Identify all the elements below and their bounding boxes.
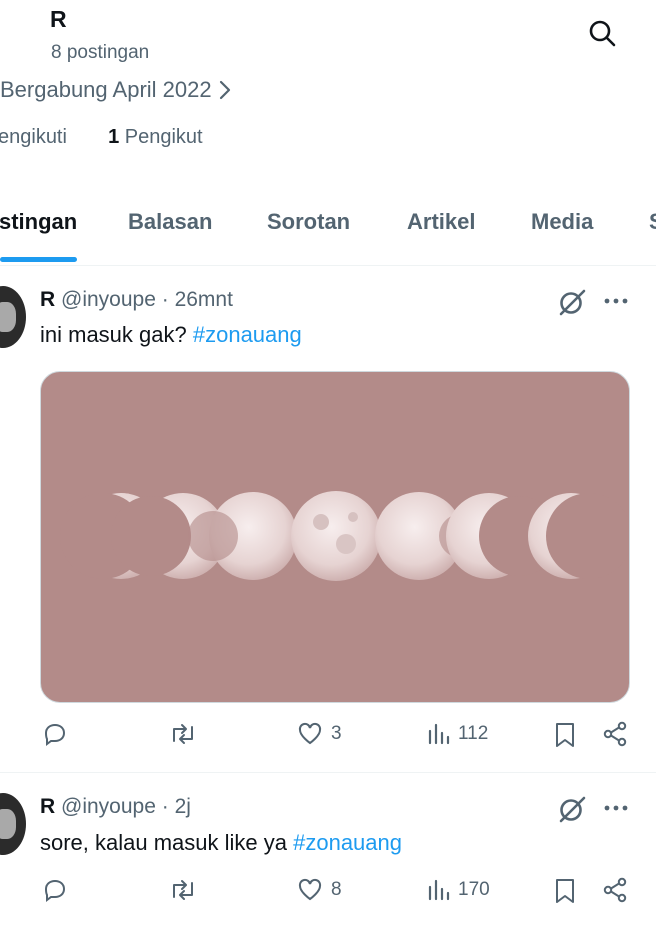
hashtag-link[interactable]: #zonauang (293, 830, 402, 855)
tab-sorotan[interactable]: Sorotan (267, 209, 350, 235)
chevron-right-icon (219, 80, 230, 100)
tweet-actions: 8 170 (0, 877, 656, 917)
profile-name: R (50, 6, 67, 32)
display-name[interactable]: R (40, 288, 55, 311)
bookmark-button[interactable] (553, 877, 577, 905)
display-name[interactable]: R (40, 795, 55, 818)
tweet-text: ini masuk gak? #zonauang (40, 322, 302, 348)
like-count: 8 (331, 879, 342, 900)
more-icon (604, 805, 628, 811)
share-button[interactable] (602, 877, 628, 903)
views-button[interactable]: 112 (426, 721, 488, 747)
active-tab-indicator (0, 257, 77, 262)
share-icon (603, 721, 627, 747)
views-button[interactable]: 170 (426, 877, 490, 903)
more-options-button[interactable] (602, 798, 630, 818)
avatar[interactable] (0, 286, 26, 348)
grok-button[interactable] (556, 286, 588, 318)
search-button[interactable] (586, 17, 618, 49)
tab-artikel[interactable]: Artikel (407, 209, 475, 235)
like-count: 3 (331, 723, 342, 744)
reply-icon (44, 723, 66, 746)
repost-icon (173, 724, 193, 744)
tab-media[interactable]: Media (531, 209, 593, 235)
share-button[interactable] (602, 721, 628, 747)
tweet-header: R @inyoupe · 2j (40, 795, 191, 819)
repost-button[interactable] (168, 877, 198, 903)
views-icon (428, 879, 450, 901)
profile-tabs: stingan Balasan Sorotan Artikel Media S (0, 195, 656, 266)
tweet-image[interactable] (40, 371, 630, 703)
search-icon (589, 20, 616, 47)
user-handle[interactable]: @inyoupe (61, 288, 156, 311)
tab-postingan[interactable]: stingan (0, 209, 77, 235)
tab-more[interactable]: S (649, 209, 656, 235)
hashtag-link[interactable]: #zonauang (193, 322, 302, 347)
share-icon (603, 877, 627, 903)
heart-icon (298, 722, 322, 745)
followers-count: 1 (108, 126, 120, 148)
grok-button[interactable] (556, 793, 588, 825)
like-button[interactable]: 8 (297, 877, 342, 903)
like-button[interactable]: 3 (297, 721, 342, 747)
tweet-actions: 3 112 (0, 721, 656, 761)
reply-button[interactable] (42, 721, 68, 747)
view-count: 112 (458, 723, 489, 744)
reply-icon (44, 879, 66, 902)
more-options-button[interactable] (602, 291, 630, 311)
bookmark-button[interactable] (553, 721, 577, 749)
grok-icon (559, 289, 586, 316)
bookmark-icon (556, 723, 574, 747)
joined-label: Bergabung April 2022 (0, 77, 212, 102)
more-icon (604, 298, 628, 304)
user-handle[interactable]: @inyoupe (61, 795, 156, 818)
reply-button[interactable] (42, 877, 68, 903)
following-link[interactable]: engikuti (0, 126, 67, 148)
tweet-time[interactable]: · 26mnt (162, 288, 233, 311)
tweet-body: sore, kalau masuk like ya (40, 830, 294, 855)
tweet-time[interactable]: · 2j (162, 795, 191, 818)
tweet-body: ini masuk gak? (40, 322, 193, 347)
tweet-2[interactable]: R @inyoupe · 2j sore, kalau masuk like y… (0, 773, 656, 925)
follow-stats: engikuti 1 Pengikut (0, 126, 203, 149)
bookmark-icon (556, 879, 574, 903)
tweet-text: sore, kalau masuk like ya #zonauang (40, 830, 402, 856)
tweet-header: R @inyoupe · 26mnt (40, 288, 233, 312)
followers-label: Pengikut (124, 126, 203, 148)
post-count: 8 postingan (51, 42, 150, 63)
joined-date[interactable]: Bergabung April 2022 (0, 77, 232, 103)
followers-link[interactable]: 1 Pengikut (108, 126, 203, 148)
grok-icon (559, 796, 586, 823)
avatar[interactable] (0, 793, 26, 855)
views-icon (428, 723, 450, 745)
moon-phases-image (60, 491, 629, 581)
repost-icon (173, 880, 193, 900)
repost-button[interactable] (168, 721, 198, 747)
view-count: 170 (458, 879, 490, 900)
tab-balasan[interactable]: Balasan (128, 209, 212, 235)
heart-icon (298, 878, 322, 901)
